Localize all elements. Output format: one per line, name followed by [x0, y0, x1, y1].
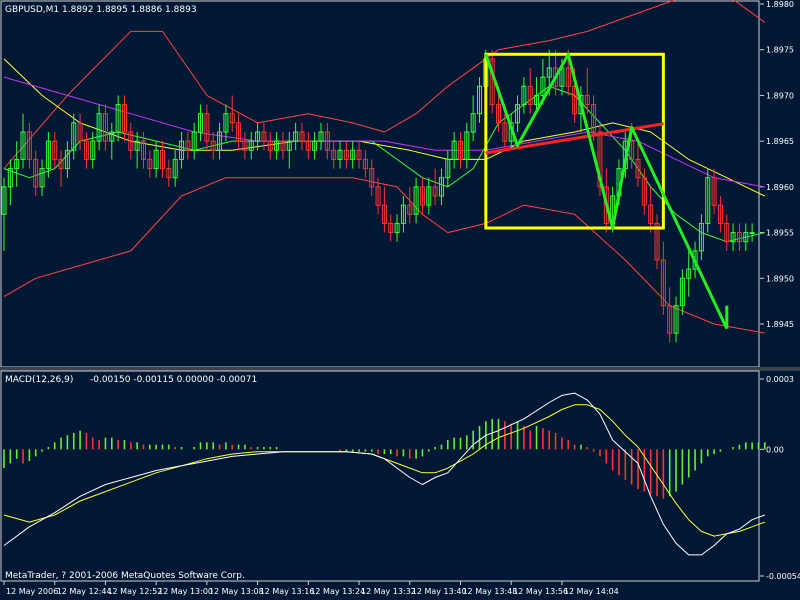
- time-tick-label: 12 May 13:08: [209, 587, 264, 596]
- symbol-label: GBPUSD,M1: [5, 5, 59, 15]
- time-tick-label: 12 May 13:24: [310, 587, 365, 596]
- price-tick-label: 1.8950: [766, 274, 794, 283]
- time-tick-label: 12 May 13:00: [158, 587, 213, 596]
- price-tick-label: 1.8965: [766, 137, 794, 146]
- macd-label: MACD(12,26,9): [5, 375, 73, 385]
- macd-values-label: -0.00150 -0.00115 0.00000 -0.00071: [90, 375, 257, 385]
- price-tick-label: 1.8955: [766, 229, 794, 238]
- time-tick-label: 12 May 12:44: [57, 587, 112, 596]
- copyright-label: MetaTrader, ? 2001-2006 MetaQuotes Softw…: [5, 571, 245, 581]
- price-tick-label: 1.8970: [766, 91, 794, 100]
- time-tick-label: 12 May 13:32: [361, 587, 416, 596]
- time-tick-label: 12 May 2006: [6, 587, 58, 596]
- panel-separator[interactable]: [0, 367, 800, 371]
- time-tick-label: 12 May 13:56: [513, 587, 568, 596]
- macd-tick-label: -0.00054: [766, 572, 800, 581]
- time-tick-label: 12 May 13:40: [412, 587, 467, 596]
- candle-body: [749, 232, 755, 235]
- macd-tick-label: 0.0003: [766, 375, 794, 384]
- time-tick-label: 12 May 12:52: [107, 587, 162, 596]
- price-tick-label: 1.8975: [766, 46, 794, 55]
- time-tick-label: 12 May 14:04: [564, 587, 619, 596]
- macd-tick-label: 0.00: [766, 445, 784, 454]
- price-tick-label: 1.8945: [766, 320, 794, 329]
- ohlc-label: 1.8892 1.8895 1.8886 1.8893: [62, 5, 197, 15]
- price-tick-label: 1.8960: [766, 183, 794, 192]
- price-tick-label: 1.8980: [766, 0, 794, 9]
- time-tick-label: 12 May 13:48: [462, 587, 517, 596]
- time-tick-label: 12 May 13:16: [260, 587, 315, 596]
- mt4-chart-window[interactable]: 1.8980 1.8975 1.8970 1.8965 1.8960 1.8955 1.89…: [0, 0, 800, 600]
